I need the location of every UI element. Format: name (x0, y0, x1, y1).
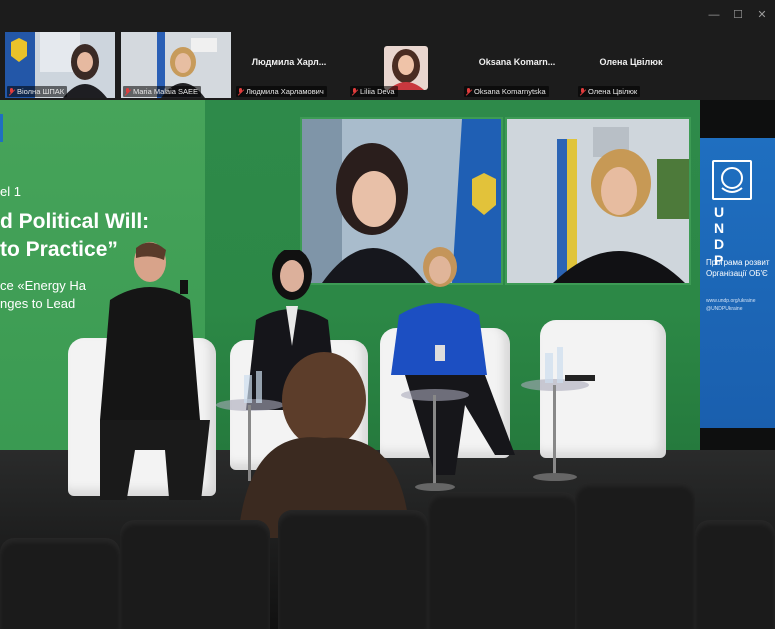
remote-speaker-video (507, 119, 689, 283)
muted-mic-icon (351, 87, 358, 96)
un-emblem-icon (712, 160, 752, 200)
maximize-icon[interactable]: ☐ (729, 6, 747, 24)
participant-display-name: Людмила Харл... (251, 57, 327, 67)
participant-tile[interactable]: Людмила Харл... Людмила Харламович (234, 32, 344, 98)
close-icon[interactable]: ✕ (753, 6, 771, 24)
audience-chair (695, 520, 775, 629)
video-conference-window: — ☐ ✕ Віолна ШПАК Maria Malaia SAEE Людм… (0, 0, 775, 629)
title-bar: — ☐ ✕ (0, 0, 775, 30)
participant-label: Liliia Deva (350, 86, 398, 97)
participant-name: Maria Malaia SAEE (133, 87, 199, 96)
participant-tile[interactable]: Maria Malaia SAEE (121, 32, 231, 98)
participant-name: Oksana Komarnytska (474, 87, 546, 96)
banner-text-line-1: Програма розвит (706, 258, 770, 267)
participant-label: Maria Malaia SAEE (123, 86, 202, 97)
panel-subtitle-line-2: nges to Lead (0, 296, 76, 311)
remote-speaker-screen (505, 117, 691, 285)
participant-label: Олена Цвілюк (578, 86, 641, 97)
participant-display-name: Олена Цвілюк (599, 57, 663, 67)
accent-bar (0, 114, 3, 142)
participant-tile[interactable]: Liliia Deva (348, 32, 458, 98)
participant-tile[interactable]: Oksana Komarn... Oksana Komarnytska (462, 32, 572, 98)
audience-chair (120, 520, 270, 629)
participant-name: Liliia Deva (360, 87, 395, 96)
participant-name: Людмила Харламович (246, 87, 324, 96)
participant-tile[interactable]: Віолна ШПАК (5, 32, 115, 98)
panel-title-line-1: d Political Will: (0, 210, 150, 233)
participant-strip: Віолна ШПАК Maria Malaia SAEE Людмила Ха… (0, 30, 775, 100)
participant-label: Oksana Komarnytska (464, 86, 549, 97)
muted-mic-icon (579, 87, 586, 96)
muted-mic-icon (237, 87, 244, 96)
panelist-moderator (100, 242, 210, 500)
participant-display-name: Oksana Komarn... (478, 57, 556, 67)
audience-chair (278, 510, 428, 629)
undp-banner: U N D P Програма розвит Організації ОБ'Є… (700, 138, 775, 428)
muted-mic-icon (8, 87, 15, 96)
participant-name: Олена Цвілюк (588, 87, 638, 96)
participant-label: Людмила Харламович (236, 86, 327, 97)
banner-handle: @UNDPUkraine (706, 306, 743, 312)
panel-label: el 1 (0, 184, 21, 199)
banner-url: www.undp.org/ukraine (706, 298, 756, 304)
banner-text-line-2: Організації ОБ'Є (706, 269, 768, 278)
audience-chair (428, 492, 578, 629)
minimize-icon[interactable]: — (705, 6, 723, 24)
participant-tile[interactable]: Олена Цвілюк Олена Цвілюк (576, 32, 686, 98)
participant-name: Віолна ШПАК (17, 87, 65, 96)
main-video-feed[interactable]: el 1 d Political Will: to Practice” ce «… (0, 100, 775, 629)
side-table (521, 347, 595, 481)
muted-mic-icon (124, 87, 131, 96)
audience-chair (575, 482, 695, 629)
muted-mic-icon (465, 87, 472, 96)
participant-label: Віолна ШПАК (7, 86, 68, 97)
panel-subtitle-line-1: ce «Energy Ha (0, 278, 86, 293)
audience-chair (0, 538, 120, 629)
